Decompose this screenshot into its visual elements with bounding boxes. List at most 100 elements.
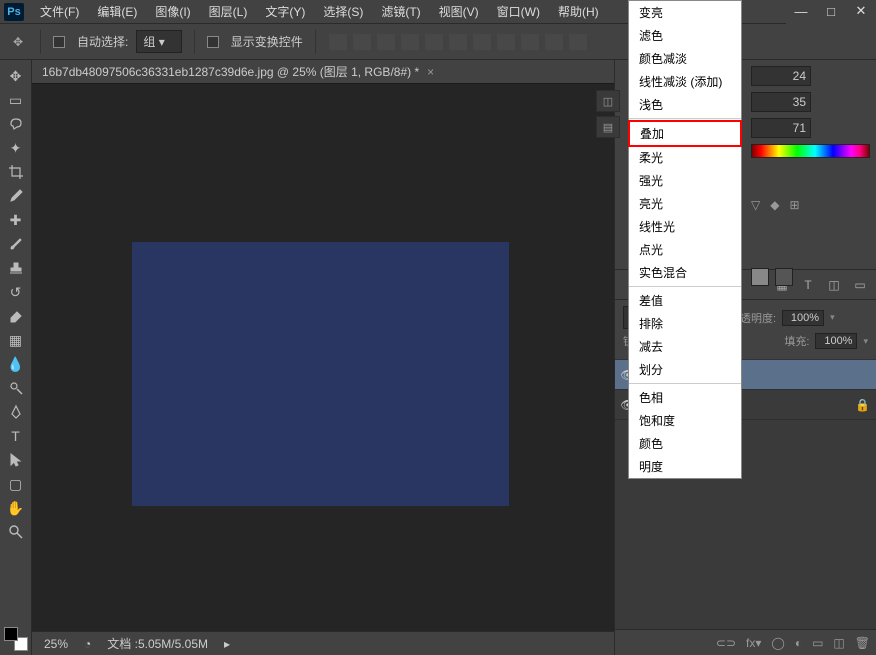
adjustment-icon[interactable]: ◐ bbox=[795, 636, 802, 650]
group-icon[interactable]: ▭ bbox=[812, 636, 823, 650]
shape-icon[interactable]: ▽ bbox=[751, 198, 760, 212]
layers-footer: ⊂⊃ fx▾ ◯ ◐ ▭ ◫ 🗑 bbox=[615, 629, 876, 655]
chevron-down-icon[interactable]: ▾ bbox=[830, 312, 835, 323]
gradient-tool[interactable]: ▦ bbox=[2, 329, 30, 351]
hand-tool[interactable]: ✋ bbox=[2, 497, 30, 519]
prop-field-2[interactable] bbox=[751, 92, 811, 112]
menu-window[interactable]: 窗口(W) bbox=[489, 0, 548, 23]
dodge-tool[interactable] bbox=[2, 377, 30, 399]
blend-mode-item[interactable]: 排除 bbox=[629, 312, 741, 335]
blend-mode-item[interactable]: 减去 bbox=[629, 335, 741, 358]
blend-mode-item[interactable]: 明度 bbox=[629, 455, 741, 478]
pen-tool[interactable] bbox=[2, 401, 30, 423]
status-arrow-icon[interactable]: ▸ bbox=[224, 637, 230, 651]
auto-select-checkbox[interactable] bbox=[53, 36, 65, 48]
show-transform-label: 显示变换控件 bbox=[231, 33, 303, 50]
color-picker[interactable] bbox=[4, 627, 28, 651]
type-tool[interactable]: T bbox=[2, 425, 30, 447]
fill-label: 填充: bbox=[784, 333, 809, 349]
swatch[interactable] bbox=[775, 268, 793, 286]
fill-value[interactable]: 100% bbox=[815, 333, 857, 349]
menu-select[interactable]: 选择(S) bbox=[315, 0, 371, 23]
lasso-tool[interactable] bbox=[2, 113, 30, 135]
eyedropper-tool[interactable] bbox=[2, 185, 30, 207]
distribute-icon[interactable] bbox=[472, 33, 492, 51]
align-icon[interactable] bbox=[400, 33, 420, 51]
crop-tool[interactable] bbox=[2, 161, 30, 183]
zoom-level[interactable]: 25% bbox=[44, 637, 68, 651]
distribute-icon[interactable] bbox=[520, 33, 540, 51]
prop-field-1[interactable] bbox=[751, 66, 811, 86]
chevron-down-icon[interactable]: ▾ bbox=[863, 336, 868, 347]
blend-mode-item[interactable]: 划分 bbox=[629, 358, 741, 381]
blend-mode-item[interactable]: 色相 bbox=[629, 386, 741, 409]
magic-wand-tool[interactable]: ✦ bbox=[2, 137, 30, 159]
move-tool[interactable]: ✥ bbox=[2, 65, 30, 87]
mask-icon[interactable]: ◯ bbox=[771, 636, 784, 650]
trash-icon[interactable]: 🗑 bbox=[855, 636, 870, 650]
blend-mode-item[interactable]: 滤色 bbox=[629, 24, 741, 47]
align-icon[interactable] bbox=[448, 33, 468, 51]
close-tab-icon[interactable]: × bbox=[427, 65, 434, 79]
menu-help[interactable]: 帮助(H) bbox=[550, 0, 607, 23]
doc-info[interactable]: 文档 :5.05M/5.05M bbox=[107, 635, 208, 652]
menu-type[interactable]: 文字(Y) bbox=[257, 0, 313, 23]
blur-tool[interactable]: 💧 bbox=[2, 353, 30, 375]
blend-mode-item-overlay[interactable]: 叠加 bbox=[628, 120, 742, 147]
blend-mode-item[interactable]: 差值 bbox=[629, 289, 741, 312]
blend-mode-item[interactable]: 饱和度 bbox=[629, 409, 741, 432]
zoom-tool[interactable] bbox=[2, 521, 30, 543]
fx-icon[interactable]: fx▾ bbox=[746, 636, 761, 650]
shape-icon[interactable]: ◆ bbox=[770, 198, 779, 212]
close-button[interactable]: ✕ bbox=[846, 0, 876, 22]
blend-mode-item[interactable]: 强光 bbox=[629, 169, 741, 192]
shape-tool[interactable]: ▢ bbox=[2, 473, 30, 495]
align-icon[interactable] bbox=[376, 33, 396, 51]
link-icon[interactable]: ⊂⊃ bbox=[716, 636, 736, 650]
marquee-tool[interactable]: ▭ bbox=[2, 89, 30, 111]
blend-mode-item[interactable]: 颜色减淡 bbox=[629, 47, 741, 70]
stamp-tool[interactable] bbox=[2, 257, 30, 279]
app-logo: Ps bbox=[4, 3, 24, 21]
document-tab[interactable]: 16b7db48097506c36331eb1287c39d6e.jpg @ 2… bbox=[32, 60, 614, 84]
prop-field-3[interactable] bbox=[751, 118, 811, 138]
blend-mode-item[interactable]: 点光 bbox=[629, 238, 741, 261]
new-layer-icon[interactable]: ◫ bbox=[833, 636, 844, 650]
menu-layer[interactable]: 图层(L) bbox=[201, 0, 256, 23]
menu-view[interactable]: 视图(V) bbox=[431, 0, 487, 23]
blend-mode-item[interactable]: 实色混合 bbox=[629, 261, 741, 284]
blend-mode-item[interactable]: 变亮 bbox=[629, 1, 741, 24]
align-icon[interactable] bbox=[328, 33, 348, 51]
show-transform-checkbox[interactable] bbox=[207, 36, 219, 48]
minimize-button[interactable]: ― bbox=[786, 0, 816, 22]
blend-mode-item[interactable]: 亮光 bbox=[629, 192, 741, 215]
hue-strip[interactable] bbox=[751, 144, 870, 158]
canvas[interactable] bbox=[132, 242, 509, 506]
opacity-value[interactable]: 100% bbox=[782, 310, 824, 326]
distribute-icon[interactable] bbox=[496, 33, 516, 51]
auto-select-target[interactable]: 组 ▾ bbox=[136, 30, 181, 53]
healing-tool[interactable]: ✚ bbox=[2, 209, 30, 231]
eraser-tool[interactable] bbox=[2, 305, 30, 327]
menu-file[interactable]: 文件(F) bbox=[32, 0, 87, 23]
distribute-icon[interactable] bbox=[568, 33, 588, 51]
blend-mode-item[interactable]: 颜色 bbox=[629, 432, 741, 455]
foreground-color[interactable] bbox=[4, 627, 18, 641]
blend-mode-item[interactable]: 线性光 bbox=[629, 215, 741, 238]
align-icon[interactable] bbox=[352, 33, 372, 51]
swatch[interactable] bbox=[751, 268, 769, 286]
menu-image[interactable]: 图像(I) bbox=[147, 0, 198, 23]
path-select-tool[interactable] bbox=[2, 449, 30, 471]
blend-mode-item[interactable]: 柔光 bbox=[629, 146, 741, 169]
blend-mode-item[interactable]: 浅色 bbox=[629, 93, 741, 116]
align-icon[interactable] bbox=[424, 33, 444, 51]
maximize-button[interactable]: □ bbox=[816, 0, 846, 22]
canvas-area[interactable] bbox=[32, 84, 614, 631]
brush-tool[interactable] bbox=[2, 233, 30, 255]
history-brush-tool[interactable]: ↺ bbox=[2, 281, 30, 303]
shape-icon[interactable]: ⊞ bbox=[789, 198, 799, 212]
menu-filter[interactable]: 滤镜(T) bbox=[373, 0, 428, 23]
menu-edit[interactable]: 编辑(E) bbox=[89, 0, 145, 23]
distribute-icon[interactable] bbox=[544, 33, 564, 51]
blend-mode-item[interactable]: 线性减淡 (添加) bbox=[629, 70, 741, 93]
